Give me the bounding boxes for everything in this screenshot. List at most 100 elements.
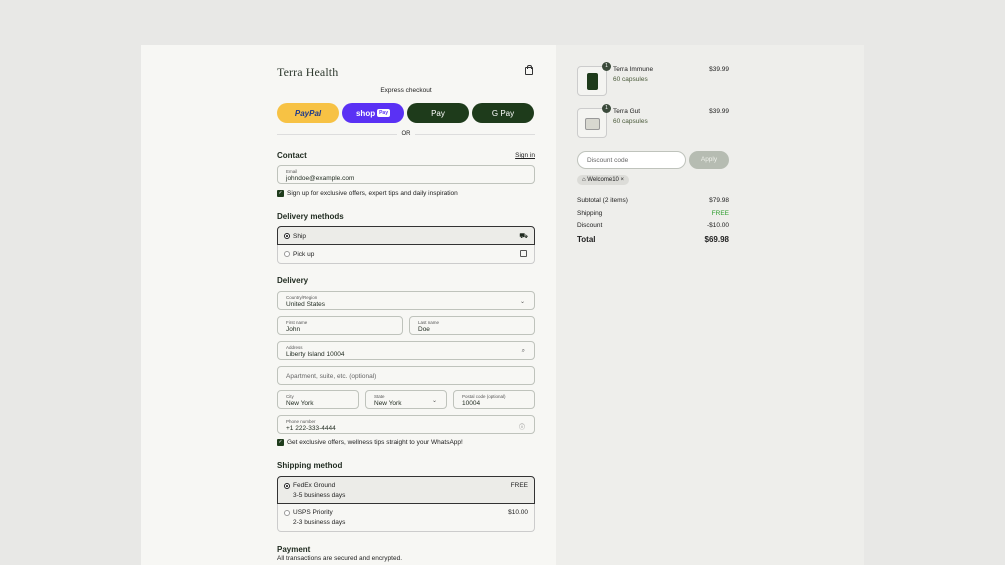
shop-label: shop [355,108,376,118]
jar-icon [585,118,600,130]
city-value: New York [286,400,314,407]
country-value: United States [286,301,326,308]
fedex-radio[interactable] [284,483,290,489]
phone-label: Phone number [286,419,316,424]
store-icon [520,250,527,257]
item-qty-badge: 1 [602,62,611,71]
email-field[interactable]: Email johndoe@example.com [277,165,535,184]
brand-logo[interactable]: Terra Health [277,65,338,80]
phone-value: +1 222-333-4444 [286,425,336,432]
shop-pay-badge: Pay [377,109,390,117]
applied-code: Welcome10 [587,176,619,183]
whatsapp-checkbox[interactable]: ✓ [277,439,284,446]
delivery-heading: Delivery [277,276,309,285]
newsletter-checkbox[interactable]: ✓ [277,190,284,197]
google-pay-button[interactable]: G Pay [472,103,534,123]
remove-code-icon[interactable]: × [621,177,625,183]
express-checkout-title: Express checkout [380,87,432,94]
shipping-option-usps[interactable]: USPS Priority 2-3 business days $10.00 [277,504,535,532]
postal-label: Postal code (optional) [462,394,506,399]
newsletter-label: Sign up for exclusive offers, expert tip… [287,190,458,197]
ship-label: Ship [293,233,307,240]
contact-heading: Contact [277,151,307,160]
payment-heading: Payment [277,545,311,554]
delivery-option-ship[interactable]: Ship ⛟ [277,226,535,245]
usps-price: $10.00 [508,509,528,516]
address-label: Address [286,345,303,350]
ship-radio[interactable] [284,233,290,239]
subtotal-row: Subtotal (2 items) $79.98 [577,197,729,204]
address-field[interactable]: Address Liberty Island 10004 ⌕ [277,341,535,360]
shipping-method-heading: Shipping method [277,461,343,470]
last-name-label: Last name [418,320,440,325]
pickup-label: Pick up [293,251,315,258]
state-value: New York [374,400,402,407]
postal-code-field[interactable]: Postal code (optional) 10004 [453,390,535,409]
country-label: Country/Region [286,295,318,300]
discount-value: -$10.00 [706,222,729,229]
total-value: $69.98 [704,235,729,244]
postal-value: 10004 [462,400,481,407]
city-field[interactable]: City New York [277,390,359,409]
fedex-price: FREE [510,482,528,489]
city-label: City [286,394,294,399]
total-label: Total [577,235,596,244]
help-icon[interactable]: ⓘ [519,422,525,431]
product-image-immune [577,66,607,96]
apple-pay-label: Pay [431,108,445,118]
chevron-down-icon: ⌄ [519,299,525,305]
payment-note: All transactions are secured and encrypt… [277,555,403,562]
item-price: $39.99 [709,108,729,115]
paypal-button[interactable]: PayPal [277,103,339,123]
whatsapp-label: Get exclusive offers, wellness tips stra… [287,439,463,446]
paypal-label: PayPal [294,108,322,118]
apartment-field[interactable]: Apartment, suite, etc. (optional) [277,366,535,385]
sign-in-link[interactable]: Sign in [515,152,535,159]
shipping-label: Shipping [577,210,603,217]
item-name: Terra Gut [613,108,641,115]
usps-eta: 2-3 business days [293,519,346,526]
email-label: Email [286,169,298,174]
discount-code-input[interactable]: Discount code [577,151,686,169]
pickup-radio[interactable] [284,251,290,257]
apply-button[interactable]: Apply [689,151,729,169]
tag-icon: ⌂ [582,176,586,183]
country-select[interactable]: Country/Region United States ⌄ [277,291,535,310]
search-icon: ⌕ [521,348,525,354]
address-value: Liberty Island 10004 [286,351,345,358]
first-name-field[interactable]: First name John [277,316,403,335]
shipping-option-fedex[interactable]: FedEx Ground 3-5 business days FREE [277,476,535,504]
checkout-page: Terra Health Express checkout PayPal sho… [141,45,864,565]
usps-radio[interactable] [284,510,290,516]
product-image-gut [577,108,607,138]
subtotal-label: Subtotal (2 items) [577,197,628,204]
phone-field[interactable]: Phone number +1 222-333-4444 ⓘ [277,415,535,434]
fedex-eta: 3-5 business days [293,492,346,499]
chevron-down-icon: ⌄ [431,398,437,404]
delivery-methods-heading: Delivery methods [277,212,344,221]
discount-row: Discount -$10.00 [577,222,729,229]
usps-name: USPS Priority [293,509,333,516]
shop-pay-button[interactable]: shop Pay [342,103,404,123]
delivery-option-pickup[interactable]: Pick up [277,245,535,264]
total-row: Total $69.98 [577,235,729,244]
first-name-value: John [286,326,301,333]
discount-tag: ⌂ Welcome10 × [577,175,630,185]
or-label: OR [397,131,415,137]
last-name-value: Doe [418,326,430,333]
google-pay-label: G Pay [491,108,515,118]
last-name-field[interactable]: Last name Doe [409,316,535,335]
apartment-placeholder: Apartment, suite, etc. (optional) [286,373,377,380]
item-qty-badge: 1 [602,104,611,113]
apple-pay-button[interactable]: Pay [407,103,469,123]
shopping-bag-icon[interactable] [525,65,533,75]
state-select[interactable]: State New York ⌄ [365,390,447,409]
truck-icon: ⛟ [519,233,528,240]
shipping-row: Shipping FREE [577,210,729,217]
item-variant: 60 capsules [613,76,648,83]
discount-label: Discount [577,222,603,229]
fedex-name: FedEx Ground [293,482,336,489]
item-price: $39.99 [709,66,729,73]
item-name: Terra Immune [613,66,654,73]
bottle-icon [587,73,598,90]
